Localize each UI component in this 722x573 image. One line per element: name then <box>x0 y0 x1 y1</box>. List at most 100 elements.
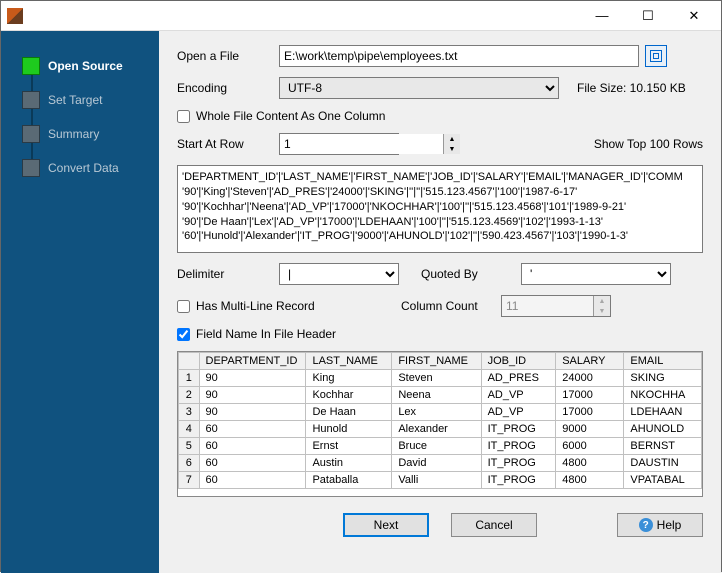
help-icon: ? <box>639 518 653 532</box>
table-row[interactable]: 190KingStevenAD_PRES24000SKING <box>179 370 702 387</box>
data-grid[interactable]: DEPARTMENT_IDLAST_NAMEFIRST_NAMEJOB_IDSA… <box>177 351 703 497</box>
cell[interactable]: 6000 <box>556 438 624 455</box>
cell[interactable]: AHUNOLD <box>624 421 702 438</box>
cell[interactable]: 60 <box>199 455 306 472</box>
column-header[interactable]: FIRST_NAME <box>392 353 481 370</box>
multiline-label: Has Multi-Line Record <box>196 299 315 313</box>
cell[interactable]: Valli <box>392 472 481 489</box>
spinner-down[interactable]: ▼ <box>444 144 460 154</box>
cell[interactable]: 4800 <box>556 455 624 472</box>
cell[interactable]: David <box>392 455 481 472</box>
delimiter-label: Delimiter <box>177 267 279 281</box>
start-row-label: Start At Row <box>177 137 279 151</box>
column-header[interactable]: EMAIL <box>624 353 702 370</box>
cell[interactable]: DAUSTIN <box>624 455 702 472</box>
cell[interactable]: Pataballa <box>306 472 392 489</box>
column-header[interactable]: JOB_ID <box>481 353 556 370</box>
cell[interactable]: LDEHAAN <box>624 404 702 421</box>
table-row[interactable]: 460HunoldAlexanderIT_PROG9000AHUNOLD <box>179 421 702 438</box>
minimize-button[interactable]: — <box>579 1 625 31</box>
cell[interactable]: 90 <box>199 370 306 387</box>
cell[interactable]: NKOCHHA <box>624 387 702 404</box>
cell[interactable]: 60 <box>199 438 306 455</box>
step-summary[interactable]: Summary <box>19 117 159 151</box>
cell[interactable]: 17000 <box>556 404 624 421</box>
start-row-spinner[interactable]: ▲ ▼ <box>279 133 399 155</box>
close-button[interactable]: ✕ <box>671 1 717 31</box>
cell[interactable]: 90 <box>199 404 306 421</box>
row-number: 3 <box>179 404 200 421</box>
cell[interactable]: Steven <box>392 370 481 387</box>
column-header[interactable]: LAST_NAME <box>306 353 392 370</box>
file-path-input[interactable] <box>279 45 639 67</box>
step-box-icon <box>22 125 40 143</box>
cell[interactable]: 60 <box>199 421 306 438</box>
step-convert-data[interactable]: Convert Data <box>19 151 159 185</box>
file-size-label: File Size: 10.150 KB <box>577 81 686 95</box>
cell[interactable]: 9000 <box>556 421 624 438</box>
whole-file-checkbox[interactable] <box>177 110 190 123</box>
browse-file-button[interactable] <box>645 45 667 67</box>
cell[interactable]: 24000 <box>556 370 624 387</box>
cell[interactable]: Neena <box>392 387 481 404</box>
table-row[interactable]: 390De HaanLexAD_VP17000LDEHAAN <box>179 404 702 421</box>
step-label: Open Source <box>48 59 123 73</box>
cell[interactable]: SKING <box>624 370 702 387</box>
cell[interactable]: 90 <box>199 387 306 404</box>
cell[interactable]: Kochhar <box>306 387 392 404</box>
row-number: 5 <box>179 438 200 455</box>
cell[interactable]: IT_PROG <box>481 438 556 455</box>
next-button[interactable]: Next <box>343 513 429 537</box>
cell[interactable]: 17000 <box>556 387 624 404</box>
encoding-select[interactable]: UTF-8 <box>279 77 559 99</box>
step-open-source[interactable]: Open Source <box>19 49 159 83</box>
preview-line: '90'|'Kochhar'|'Neena'|'AD_VP'|'17000'|'… <box>182 200 698 215</box>
whole-file-label: Whole File Content As One Column <box>196 109 385 123</box>
start-row-input[interactable] <box>280 134 443 154</box>
cell[interactable]: VPATABAL <box>624 472 702 489</box>
column-count-spinner: ▲ ▼ <box>501 295 611 317</box>
table-row[interactable]: 660AustinDavidIT_PROG4800DAUSTIN <box>179 455 702 472</box>
cell[interactable]: Alexander <box>392 421 481 438</box>
step-label: Convert Data <box>48 161 119 175</box>
cell[interactable]: Hunold <box>306 421 392 438</box>
cell[interactable]: 4800 <box>556 472 624 489</box>
column-header[interactable]: SALARY <box>556 353 624 370</box>
wizard-sidebar: Open Source Set Target Summary Convert D… <box>1 31 159 573</box>
header-checkbox[interactable] <box>177 328 190 341</box>
cancel-button[interactable]: Cancel <box>451 513 537 537</box>
help-button[interactable]: ? Help <box>617 513 703 537</box>
maximize-button[interactable]: ☐ <box>625 1 671 31</box>
table-row[interactable]: 290KochharNeenaAD_VP17000NKOCHHA <box>179 387 702 404</box>
column-header[interactable]: DEPARTMENT_ID <box>199 353 306 370</box>
cell[interactable]: King <box>306 370 392 387</box>
cell[interactable]: BERNST <box>624 438 702 455</box>
raw-preview[interactable]: 'DEPARTMENT_ID'|'LAST_NAME'|'FIRST_NAME'… <box>177 165 703 253</box>
cell[interactable]: Austin <box>306 455 392 472</box>
spinner-up[interactable]: ▲ <box>444 134 460 144</box>
step-set-target[interactable]: Set Target <box>19 83 159 117</box>
cell[interactable]: AD_PRES <box>481 370 556 387</box>
row-number: 1 <box>179 370 200 387</box>
cell[interactable]: IT_PROG <box>481 472 556 489</box>
column-count-label: Column Count <box>401 299 501 313</box>
table-row[interactable]: 760PataballaValliIT_PROG4800VPATABAL <box>179 472 702 489</box>
delimiter-select[interactable]: | <box>279 263 399 285</box>
table-row[interactable]: 560ErnstBruceIT_PROG6000BERNST <box>179 438 702 455</box>
cell[interactable]: AD_VP <box>481 387 556 404</box>
cell[interactable]: Lex <box>392 404 481 421</box>
cell[interactable]: Bruce <box>392 438 481 455</box>
titlebar: — ☐ ✕ <box>1 1 721 31</box>
cell[interactable]: IT_PROG <box>481 421 556 438</box>
cell[interactable]: AD_VP <box>481 404 556 421</box>
app-icon <box>7 8 23 24</box>
cell[interactable]: De Haan <box>306 404 392 421</box>
row-number-header <box>179 353 200 370</box>
cell[interactable]: Ernst <box>306 438 392 455</box>
quoted-select[interactable]: ' <box>521 263 671 285</box>
step-box-icon <box>22 159 40 177</box>
multiline-checkbox[interactable] <box>177 300 190 313</box>
cell[interactable]: 60 <box>199 472 306 489</box>
cell[interactable]: IT_PROG <box>481 455 556 472</box>
column-count-value <box>502 296 593 316</box>
